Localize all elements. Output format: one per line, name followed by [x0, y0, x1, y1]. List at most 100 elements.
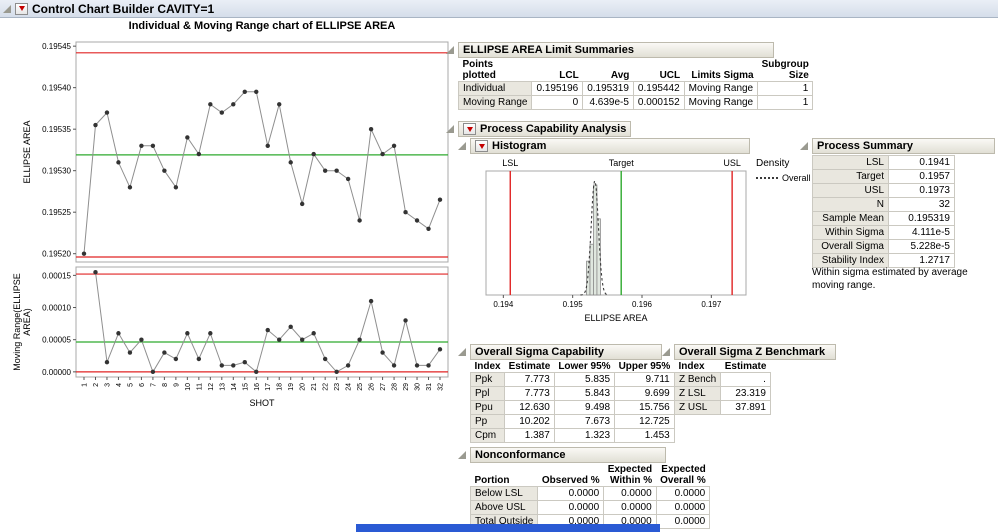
data-point[interactable] — [162, 168, 167, 173]
data-point[interactable] — [150, 369, 156, 375]
data-point[interactable] — [277, 337, 282, 342]
data-point[interactable] — [265, 143, 270, 148]
data-point[interactable] — [231, 363, 236, 368]
data-point[interactable] — [311, 151, 316, 157]
data-point[interactable] — [322, 356, 328, 362]
table-row: Ppu 12.630 9.498 15.756 — [469, 400, 675, 415]
data-point[interactable] — [288, 160, 293, 165]
x-tick-label: 13 — [219, 383, 226, 391]
disclosure-triangle-icon[interactable] — [458, 142, 466, 150]
data-point[interactable] — [127, 185, 133, 190]
sigma-capability-table: Index Estimate Lower 95% Upper 95% Ppk 7.773 5… — [469, 361, 675, 443]
data-point[interactable] — [345, 363, 351, 368]
data-point[interactable] — [219, 110, 225, 115]
data-point[interactable] — [173, 356, 179, 362]
data-point[interactable] — [93, 269, 98, 275]
disclosure-triangle-icon[interactable] — [446, 46, 454, 54]
data-point[interactable] — [185, 331, 190, 336]
data-point[interactable] — [380, 350, 385, 355]
data-point[interactable] — [380, 151, 385, 157]
data-point[interactable] — [334, 369, 339, 375]
data-point[interactable] — [242, 89, 247, 95]
data-point[interactable] — [173, 185, 179, 190]
data-point[interactable] — [345, 176, 351, 182]
x-tick-label: 0.196 — [632, 300, 653, 309]
data-point[interactable] — [150, 143, 156, 148]
table-row: N 32 — [812, 197, 955, 212]
data-point[interactable] — [139, 337, 144, 342]
data-point[interactable] — [208, 102, 213, 107]
data-point[interactable] — [139, 143, 144, 148]
disclosure-triangle-icon[interactable] — [446, 125, 454, 133]
cell: Z LSL — [673, 386, 722, 401]
data-point[interactable] — [196, 356, 202, 362]
red-triangle-menu-icon[interactable] — [463, 123, 476, 135]
y-tick-label: 0.00000 — [42, 368, 71, 377]
disclosure-triangle-icon[interactable] — [458, 451, 466, 459]
data-point[interactable] — [288, 324, 293, 330]
red-triangle-menu-icon[interactable] — [15, 2, 28, 15]
disclosure-triangle-icon[interactable] — [800, 142, 808, 150]
table-row: Ppl 7.773 5.843 9.699 — [469, 386, 675, 401]
cell: Cpm — [469, 428, 506, 443]
data-point[interactable] — [311, 331, 316, 336]
x-tick-label: 5 — [127, 383, 134, 387]
y-tick-label: 0.00010 — [42, 304, 71, 313]
data-point[interactable] — [437, 197, 443, 202]
data-point[interactable] — [254, 89, 259, 95]
data-point[interactable] — [403, 318, 408, 323]
data-point[interactable] — [254, 369, 259, 375]
column-header: Index — [474, 361, 501, 372]
data-point[interactable] — [104, 110, 110, 115]
dotted-line-swatch-icon — [756, 177, 778, 179]
data-point[interactable] — [368, 298, 374, 304]
cell: 1.387 — [504, 428, 555, 443]
data-point[interactable] — [426, 363, 431, 368]
data-point[interactable] — [93, 122, 98, 128]
x-tick-label: 10 — [185, 383, 192, 391]
data-point[interactable] — [242, 360, 247, 365]
data-point[interactable] — [357, 337, 362, 342]
table-header-row: Index Estimate — [675, 361, 771, 373]
cell: 0.0000 — [603, 486, 657, 501]
limit-summaries-table: Points plotted LCL Avg UCL Limits Sigma Subgr… — [457, 59, 814, 110]
data-point[interactable] — [127, 350, 133, 355]
data-point[interactable] — [357, 218, 362, 223]
section-title: Process Capability Analysis — [480, 123, 627, 135]
disclosure-triangle-icon[interactable] — [458, 348, 466, 356]
data-point[interactable] — [185, 135, 190, 140]
red-triangle-menu-icon[interactable] — [475, 140, 488, 152]
data-point[interactable] — [208, 331, 213, 336]
histogram-chart[interactable]: LSL Target USL 0.194 0.195 0.196 0.197 ELLIPSE … — [470, 155, 770, 327]
data-point[interactable] — [162, 350, 167, 355]
cell: 0.0000 — [537, 500, 605, 515]
data-point[interactable] — [116, 160, 121, 165]
data-point[interactable] — [437, 347, 443, 352]
table-row: Ppk 7.773 5.835 9.711 — [469, 372, 675, 387]
data-point[interactable] — [219, 363, 225, 368]
x-tick-label: 23 — [334, 383, 341, 391]
data-point[interactable] — [299, 337, 305, 342]
data-point[interactable] — [426, 226, 431, 231]
data-point[interactable] — [391, 143, 397, 148]
data-point[interactable] — [265, 327, 270, 333]
data-point[interactable] — [116, 331, 121, 336]
data-point[interactable] — [104, 360, 110, 365]
data-point[interactable] — [231, 102, 236, 107]
disclosure-triangle-icon[interactable] — [662, 348, 670, 356]
data-point[interactable] — [334, 168, 339, 173]
data-point[interactable] — [299, 201, 305, 207]
data-point[interactable] — [403, 209, 408, 215]
imr-chart[interactable]: 0.19520 0.19525 0.19530 0.19535 0.19540 0.195… — [4, 34, 456, 416]
disclosure-triangle-icon[interactable] — [3, 4, 11, 13]
data-point[interactable] — [414, 363, 420, 368]
cell: Pp — [469, 414, 506, 429]
cell: 5.843 — [553, 386, 616, 401]
data-point[interactable] — [196, 151, 202, 157]
data-point[interactable] — [391, 363, 397, 368]
data-point[interactable] — [414, 218, 420, 223]
data-point[interactable] — [368, 126, 374, 132]
data-point[interactable] — [277, 102, 282, 107]
data-point[interactable] — [322, 168, 328, 173]
data-point[interactable] — [81, 251, 87, 256]
